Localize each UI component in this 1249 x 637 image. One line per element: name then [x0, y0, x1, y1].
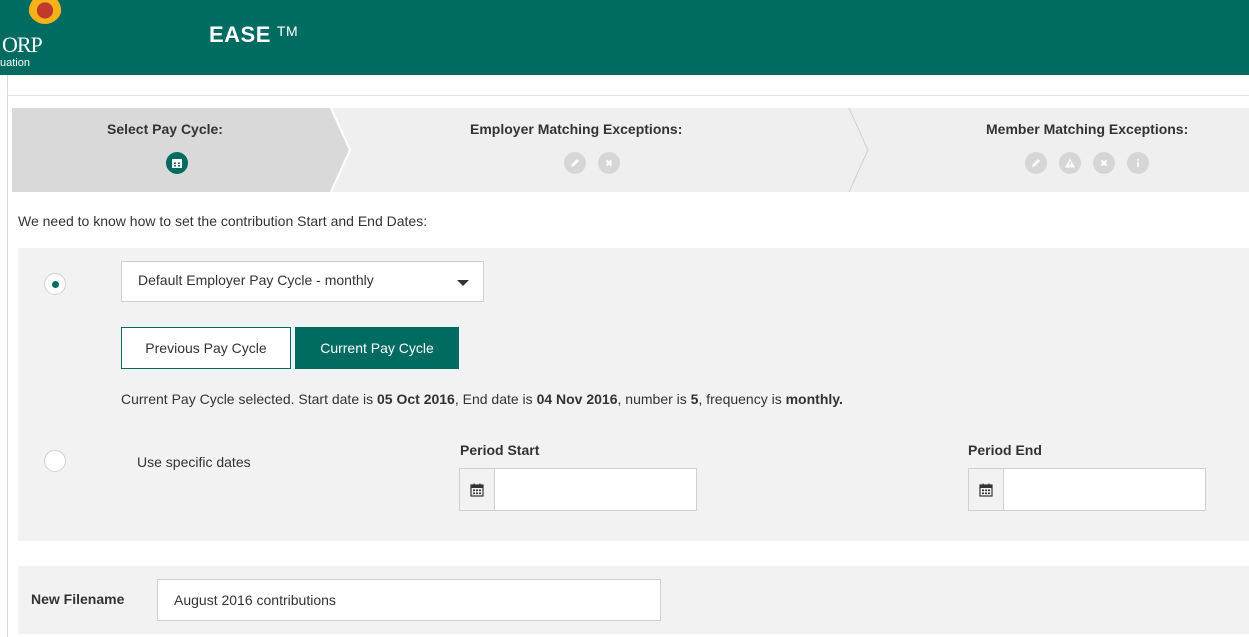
logo-subtext: uation [0, 57, 30, 69]
filename-input[interactable] [157, 579, 661, 621]
step3-icons [1025, 152, 1149, 174]
current-pay-cycle-button[interactable]: Current Pay Cycle [295, 327, 459, 369]
pay-cycle-select[interactable]: Default Employer Pay Cycle - monthly [121, 261, 484, 302]
info-icon [1127, 152, 1149, 174]
status-start-date: 05 Oct 2016 [377, 391, 455, 407]
status-mid3: , frequency is [698, 391, 786, 407]
pay-cycle-status: Current Pay Cycle selected. Start date i… [121, 391, 843, 407]
company-logo: ORP uation [0, 0, 70, 75]
wizard-step-select-pay-cycle[interactable]: Select Pay Cycle: [107, 121, 223, 137]
step1-icons [166, 152, 188, 174]
pencil-icon [1025, 152, 1047, 174]
logo-text: ORP [2, 32, 43, 57]
pay-cycle-radio[interactable] [44, 273, 66, 295]
filename-label: New Filename [31, 591, 125, 607]
calendar-icon [166, 152, 188, 174]
trademark-symbol: TM [276, 23, 299, 39]
intro-text: We need to know how to set the contribut… [18, 213, 428, 229]
period-end-label: Period End [968, 442, 1042, 458]
period-start-field [459, 468, 697, 511]
x-icon [1093, 152, 1115, 174]
app-title: EASE TM [209, 22, 298, 48]
chevron-down-icon [457, 280, 469, 286]
period-start-input[interactable] [495, 469, 696, 510]
specific-dates-radio[interactable] [44, 450, 66, 472]
period-end-input[interactable] [1004, 469, 1205, 510]
step2-icons [564, 152, 620, 174]
frame-top-border [7, 95, 1249, 96]
previous-pay-cycle-button[interactable]: Previous Pay Cycle [121, 327, 291, 369]
logo-sun-icon [28, 0, 62, 24]
wizard-step-member-matching[interactable]: Member Matching Exceptions: [986, 121, 1188, 137]
calendar-icon[interactable] [460, 469, 495, 510]
status-mid2: , number is [617, 391, 691, 407]
warning-icon [1059, 152, 1081, 174]
top-bar: ORP uation EASE TM [0, 0, 1249, 75]
period-end-field [968, 468, 1206, 511]
specific-dates-label: Use specific dates [137, 454, 251, 470]
pay-cycle-select-value: Default Employer Pay Cycle - monthly [138, 272, 374, 288]
status-end-date: 04 Nov 2016 [536, 391, 618, 407]
status-mid1: , End date is [454, 391, 537, 407]
status-frequency: monthly. [785, 391, 843, 407]
calendar-icon[interactable] [969, 469, 1004, 510]
wizard-step-employer-matching[interactable]: Employer Matching Exceptions: [470, 121, 682, 137]
app-title-text: EASE [209, 22, 271, 47]
wizard-steps: Select Pay Cycle: Employer Matching Exce… [12, 108, 1249, 192]
frame-left-border [7, 75, 8, 637]
x-icon [598, 152, 620, 174]
pencil-icon [564, 152, 586, 174]
status-prefix: Current Pay Cycle selected. Start date i… [121, 391, 377, 407]
period-start-label: Period Start [460, 442, 540, 458]
